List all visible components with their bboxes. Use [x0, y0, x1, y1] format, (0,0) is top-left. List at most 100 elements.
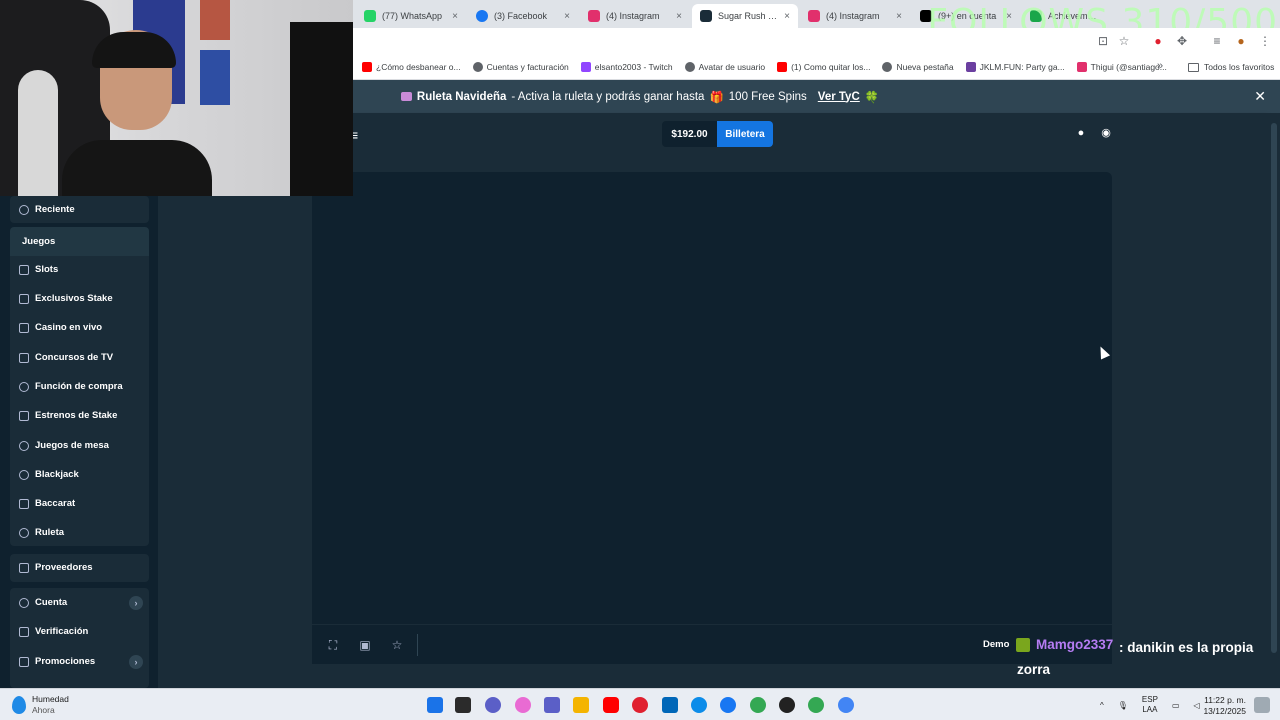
instagram-icon: [1076, 61, 1087, 72]
chrome-profile-icon[interactable]: [779, 697, 795, 713]
sidebar-item-blackjack[interactable]: Blackjack: [10, 460, 149, 489]
banner-prize: 100 Free Spins: [728, 90, 807, 103]
chevron-right-icon[interactable]: ›: [129, 655, 143, 669]
sidebar-item-games[interactable]: Juegos: [10, 227, 149, 256]
roulette-icon: [400, 92, 412, 101]
banner-text: - Activa la ruleta y podrás ganar hasta: [511, 90, 705, 103]
streamer-cap: [92, 32, 176, 68]
windows-taskbar: Humedad Ahora ^ 🎙 ESP LAA ▭ ◁ 11:22 p. m. …: [0, 688, 1280, 720]
bookmark-item[interactable]: Thigui (@santiago...: [1076, 61, 1167, 72]
volume-icon[interactable]: ◁: [1194, 701, 1200, 710]
sidebar-item-promotions[interactable]: Promociones ›: [10, 647, 149, 676]
sidebar-item-slots[interactable]: Slots: [10, 255, 149, 284]
bookmark-item[interactable]: (1) Como quitar los...: [777, 61, 870, 72]
tab-close-icon[interactable]: ×: [784, 11, 790, 22]
blackjack-icon: [19, 469, 29, 480]
sidebar-item-bonus-buy[interactable]: Función de compra: [10, 372, 149, 401]
opera-icon[interactable]: ●: [1151, 34, 1165, 48]
chrome-profile-icon[interactable]: [838, 697, 854, 713]
terms-link[interactable]: Ver TyC: [818, 91, 860, 103]
bookmark-icon: [19, 293, 29, 304]
windows-start-icon[interactable]: [427, 697, 443, 713]
sidebar-item-table-games[interactable]: Juegos de mesa: [10, 431, 149, 460]
network-icon[interactable]: ▭: [1172, 701, 1180, 710]
wallet-button[interactable]: Billetera: [717, 121, 773, 147]
providers-icon: [19, 562, 29, 573]
edge-icon[interactable]: [691, 697, 707, 713]
browser-tab[interactable]: (4) Instagram ×: [800, 4, 910, 28]
microphone-icon[interactable]: 🎙: [1118, 701, 1128, 710]
chat-app-icon[interactable]: [485, 697, 501, 713]
sidebar-item-roulette[interactable]: Ruleta: [10, 518, 149, 547]
browser-tab-active[interactable]: Sugar Rush 1000 ×: [692, 4, 798, 28]
task-view-icon[interactable]: [455, 697, 471, 713]
chrome-icon[interactable]: [750, 697, 766, 713]
sidebar-item-recent[interactable]: Reciente: [10, 195, 149, 224]
sidebar-item-account[interactable]: Cuenta ›: [10, 588, 149, 617]
menu-dots-icon[interactable]: ⋮: [1258, 34, 1272, 48]
youtube-icon: [362, 61, 372, 72]
tab-close-icon[interactable]: ×: [564, 11, 570, 22]
install-app-icon[interactable]: ⊡: [1096, 34, 1110, 48]
scrollbar-thumb[interactable]: [1271, 123, 1277, 653]
sidebar-item-stake-releases[interactable]: Estrenos de Stake: [10, 401, 149, 430]
bookmark-item[interactable]: ¿Cómo desbanear o...: [362, 61, 461, 72]
chat-icon[interactable]: ◉: [1100, 127, 1112, 139]
theatre-mode-icon[interactable]: ▣: [358, 638, 372, 652]
browser-tab[interactable]: (77) WhatsApp ×: [356, 4, 466, 28]
weather-widget[interactable]: Humedad Ahora: [12, 694, 69, 716]
browser-tab[interactable]: (4) Instagram ×: [580, 4, 690, 28]
opera-icon[interactable]: [632, 697, 648, 713]
demo-toggle-label[interactable]: Demo: [983, 639, 1009, 650]
balance-display[interactable]: $192.00: [662, 121, 717, 147]
folder-icon: [1188, 62, 1199, 72]
game-frame[interactable]: [312, 172, 1112, 664]
extensions-icon[interactable]: ✥: [1175, 34, 1189, 48]
bookmark-star-icon[interactable]: ☆: [1117, 34, 1131, 48]
browser-tab[interactable]: (3) Facebook ×: [468, 4, 578, 28]
teams-icon[interactable]: [544, 697, 560, 713]
sidebar-item-stake-exclusives[interactable]: Exclusivos Stake: [10, 284, 149, 313]
tv-icon: [19, 352, 29, 363]
tab-close-icon[interactable]: ×: [896, 11, 902, 22]
tab-close-icon[interactable]: ×: [452, 11, 458, 22]
page-scrollbar[interactable]: [1268, 113, 1280, 688]
store-icon[interactable]: [662, 697, 678, 713]
bookmark-item[interactable]: Avatar de usuario: [684, 61, 765, 72]
sidebar-item-providers[interactable]: Proveedores: [10, 553, 149, 582]
sidebar-item-game-shows[interactable]: Concursos de TV: [10, 343, 149, 372]
favorite-star-icon[interactable]: ☆: [390, 638, 404, 652]
fullscreen-icon[interactable]: ⛶: [326, 638, 340, 652]
profile-avatar-icon[interactable]: ●: [1234, 34, 1248, 48]
toolbar-divider: [417, 634, 418, 656]
taskbar-clock[interactable]: 11:22 p. m. 13/12/2025: [1203, 695, 1246, 717]
bookmark-item[interactable]: Cuentas y facturación: [472, 61, 569, 72]
sidebar-item-live-casino[interactable]: Casino en vivo: [10, 313, 149, 342]
input-language[interactable]: ESP LAA: [1142, 695, 1158, 715]
sidebar-item-baccarat[interactable]: Baccarat: [10, 489, 149, 518]
youtube-icon: [777, 61, 788, 72]
chrome-profile-icon[interactable]: [808, 697, 824, 713]
sidebar-item-verification[interactable]: Verificación: [10, 617, 149, 646]
notification-icon[interactable]: [1254, 697, 1270, 713]
humidity-icon: [12, 696, 26, 714]
tab-close-icon[interactable]: ×: [676, 11, 682, 22]
tray-overflow-icon[interactable]: ^: [1100, 701, 1104, 710]
bookmark-item[interactable]: JKLM.FUN: Party ga...: [965, 61, 1065, 72]
user-icon[interactable]: ●: [1075, 127, 1087, 139]
facebook-icon[interactable]: [720, 697, 736, 713]
all-bookmarks-button[interactable]: Todos los favoritos: [1188, 54, 1274, 80]
verification-icon: [19, 626, 29, 637]
rocket-icon: [19, 410, 29, 421]
file-explorer-icon[interactable]: [573, 697, 589, 713]
chevron-right-icon[interactable]: ›: [129, 596, 143, 610]
globe-icon: [882, 61, 893, 72]
bookmark-item[interactable]: elsanto2003 - Twitch: [580, 61, 673, 72]
clover-icon: 🍀: [864, 91, 880, 104]
media-controls-icon[interactable]: ≡: [1210, 34, 1224, 48]
banner-close-icon[interactable]: ✕: [1254, 88, 1266, 105]
copilot-icon[interactable]: [515, 697, 531, 713]
bookmark-item[interactable]: Nueva pestaña: [882, 61, 954, 72]
youtube-icon[interactable]: [603, 697, 619, 713]
bookmarks-overflow-icon[interactable]: »: [1157, 60, 1163, 72]
